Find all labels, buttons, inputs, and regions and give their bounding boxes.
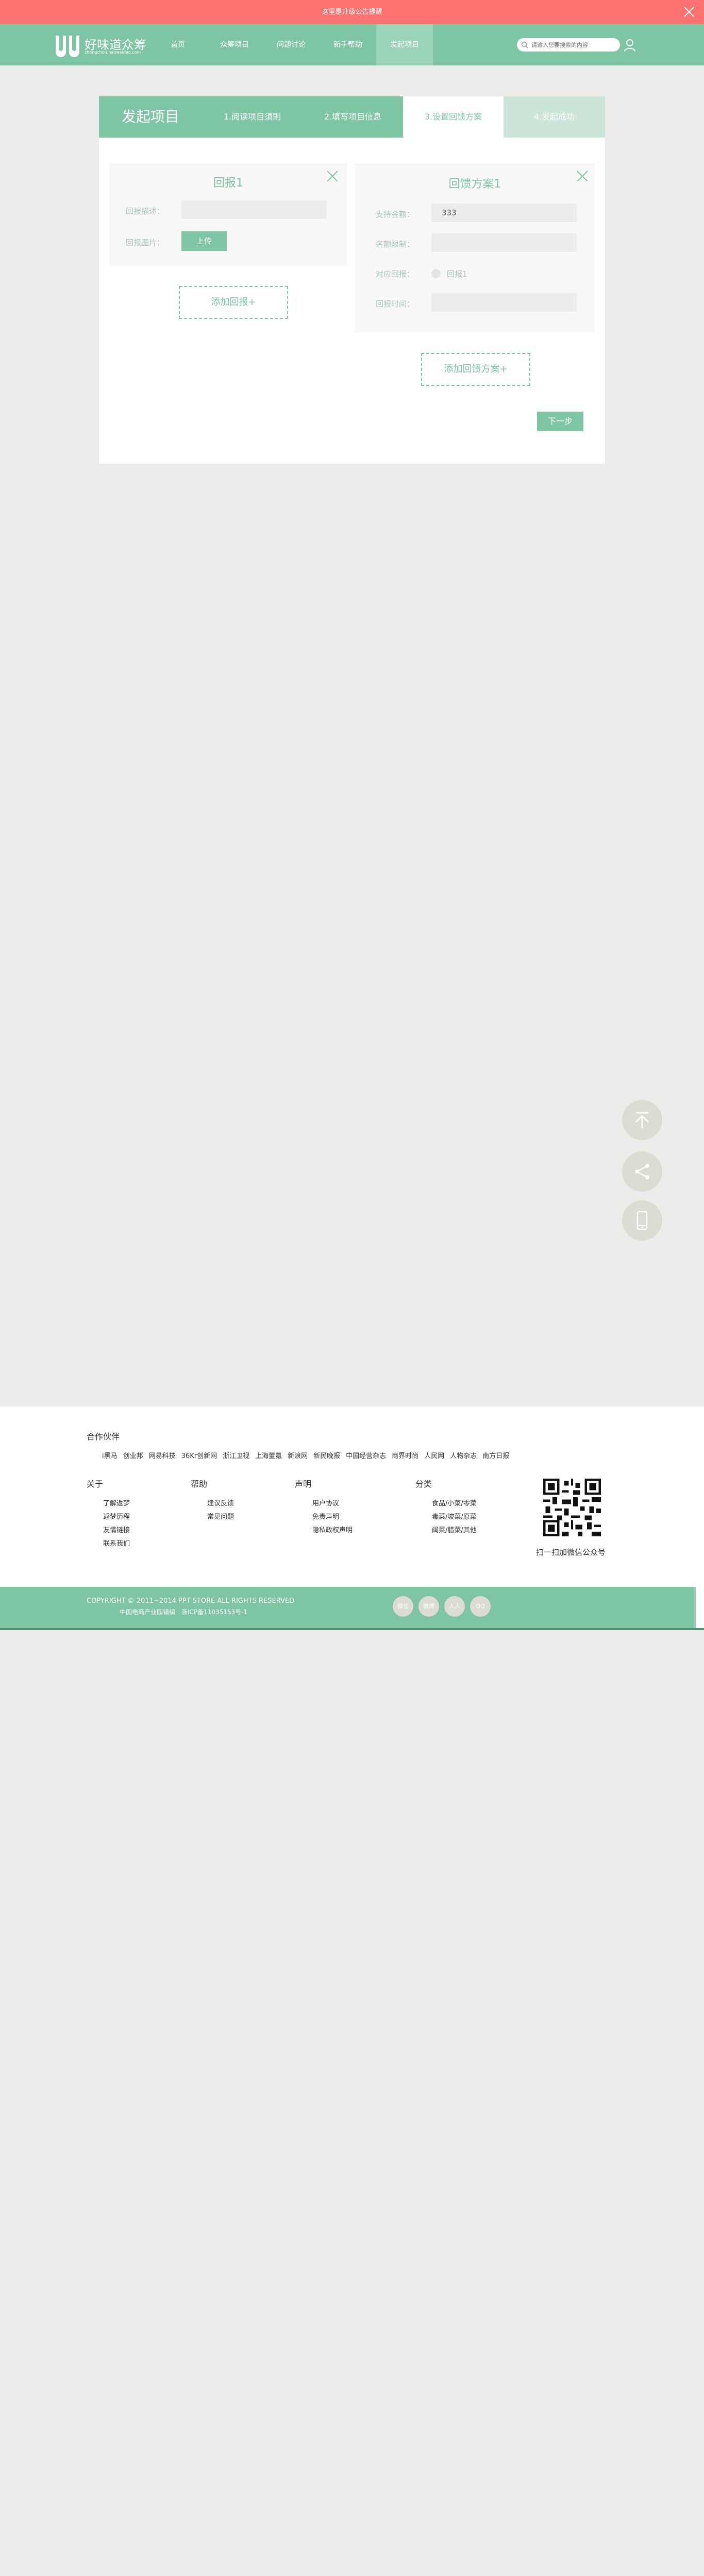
footer-link[interactable]: 免责声明	[312, 1511, 339, 1521]
search-input[interactable]	[531, 40, 616, 50]
partner-link[interactable]: 南方日报	[482, 1450, 509, 1460]
add-plan-button[interactable]: 添加回馈方案+	[421, 353, 530, 386]
partner-link[interactable]: 商界时尚	[392, 1450, 418, 1460]
time-label: 回报时间：	[376, 299, 415, 309]
partner-link[interactable]: 浙江卫视	[223, 1450, 249, 1460]
reward-panel-title: 回报1	[213, 177, 243, 190]
add-reward-button[interactable]: 添加回报+	[179, 286, 288, 319]
qq-share-icon[interactable]: QQ	[470, 1596, 491, 1617]
nav-item-start-project[interactable]: 发起项目	[376, 24, 433, 65]
wechat-share-icon[interactable]: 微信	[393, 1596, 413, 1617]
partner-link[interactable]: 36Kr创新网	[181, 1450, 217, 1460]
bottom-divider	[0, 1628, 704, 1630]
step-title: 发起项目	[99, 96, 202, 138]
footer-link[interactable]: 联系我们	[103, 1538, 130, 1548]
share-icon	[635, 1164, 649, 1179]
search-icon[interactable]	[521, 41, 528, 48]
footer-link[interactable]: 闽菜/腊菜/其他	[432, 1524, 477, 1534]
footer-col-help: 帮助	[191, 1479, 208, 1489]
time-field[interactable]	[431, 293, 577, 312]
copyright-bar: COPYRIGHT © 2011~2014 PPT STORE ALL RIGH…	[0, 1587, 704, 1629]
reward-radio[interactable]	[431, 269, 441, 278]
plan-panel: 回馈方案1 支持金额： 名额限制： 对应回报： 回报1 回报时间：	[355, 163, 595, 332]
partner-link[interactable]: i黑马	[102, 1450, 118, 1460]
reward-option-label[interactable]: 回报1	[447, 268, 467, 279]
partner-link[interactable]: 上海董氪	[255, 1450, 282, 1460]
limit-label: 名额限制：	[376, 240, 415, 249]
partner-link[interactable]: 中国经营杂志	[346, 1450, 386, 1460]
footer-link[interactable]: 用户协议	[312, 1498, 339, 1507]
qr-code-icon	[543, 1479, 601, 1536]
nav-item-discussion[interactable]: 问题讨论	[263, 24, 320, 65]
footer-col-category: 分类	[415, 1479, 432, 1489]
partners-list: i黑马 创业邦 网易科技 36Kr创新网 浙江卫视 上海董氪 新浪网 新民晚报 …	[102, 1450, 515, 1460]
footer-col-about: 关于	[87, 1479, 104, 1489]
limit-field[interactable]	[431, 233, 577, 252]
nav-item-home[interactable]: 首页	[149, 24, 206, 65]
footer-link[interactable]: 食品/小菜/零菜	[432, 1498, 477, 1507]
project-form-card: 发起项目 1.阅读项目須則 2.填写项目信息 3.设置回馈方案 4.发起成功 回…	[99, 96, 605, 464]
renren-share-icon[interactable]: 人人	[444, 1596, 465, 1617]
step-2[interactable]: 2.填写项目信息	[303, 96, 403, 138]
search-box	[517, 38, 620, 52]
step-1[interactable]: 1.阅读项目須則	[202, 96, 303, 138]
reward-desc-field[interactable]	[181, 200, 327, 219]
weibo-share-icon[interactable]: 微博	[418, 1596, 439, 1617]
nav-item-projects[interactable]: 众筹项目	[206, 24, 263, 65]
close-icon[interactable]	[577, 171, 588, 182]
mobile-icon	[636, 1211, 648, 1230]
upload-button[interactable]: 上传	[181, 231, 227, 251]
step-3-active[interactable]: 3.设置回馈方案	[403, 96, 504, 138]
copyright-text: COPYRIGHT © 2011~2014 PPT STORE ALL RIGH…	[87, 1597, 295, 1605]
copyright-edge	[694, 1587, 704, 1629]
reward-image-label: 回报图片：	[126, 238, 165, 247]
logo[interactable]: 好味道众筹 zhongchou.haoweidao.com	[56, 33, 146, 57]
back-to-top-button[interactable]	[622, 1100, 662, 1140]
partner-link[interactable]: 创业邦	[123, 1450, 143, 1460]
reward-select-label: 对应回报：	[376, 269, 415, 279]
top-nav: 好味道众筹 zhongchou.haoweidao.com 首页 众筹项目 问题…	[0, 24, 704, 65]
footer-link[interactable]: 常见问题	[207, 1511, 234, 1521]
footer-link[interactable]: 毒菜/坡菜/原菜	[432, 1511, 477, 1521]
partner-link[interactable]: 人民网	[424, 1450, 444, 1460]
announcement-text: 这里是升级公告提醒	[322, 8, 382, 16]
icp-text: 中国电商产业园镇编 浙ICP备11035153号-1	[120, 1608, 248, 1616]
logo-mark-icon	[56, 36, 80, 57]
footer-col-statement: 声明	[295, 1479, 312, 1489]
partner-link[interactable]: 新民晚报	[313, 1450, 340, 1460]
logo-domain: zhongchou.haoweidao.com	[85, 50, 141, 55]
footer-link[interactable]: 隐私政权声明	[312, 1524, 353, 1534]
footer-link[interactable]: 友情链接	[103, 1524, 130, 1534]
qr-caption: 扫一扫加微信公众号	[536, 1548, 606, 1557]
reward-desc-label: 回报描述：	[126, 207, 165, 216]
footer: 合作伙伴 i黑马 创业邦 网易科技 36Kr创新网 浙江卫视 上海董氪 新浪网 …	[0, 1406, 704, 1587]
user-icon[interactable]	[624, 39, 636, 52]
plan-panel-title: 回馈方案1	[448, 178, 501, 191]
step-bar: 发起项目 1.阅读项目須則 2.填写项目信息 3.设置回馈方案 4.发起成功	[99, 96, 605, 138]
footer-link[interactable]: 建议反馈	[207, 1498, 234, 1507]
nav-item-help[interactable]: 新手帮助	[320, 24, 376, 65]
mobile-button[interactable]	[622, 1200, 662, 1241]
step-4[interactable]: 4.发起成功	[504, 96, 605, 138]
partner-link[interactable]: 新浪网	[288, 1450, 308, 1460]
amount-label: 支持金额：	[376, 210, 415, 219]
footer-link[interactable]: 返梦历程	[103, 1511, 130, 1521]
partner-link[interactable]: 网易科技	[149, 1450, 176, 1460]
partners-title: 合作伙伴	[87, 1432, 120, 1442]
footer-link[interactable]: 了解返梦	[103, 1498, 130, 1507]
close-icon[interactable]	[683, 6, 695, 18]
amount-field[interactable]	[431, 204, 577, 222]
back-to-top-icon	[635, 1112, 649, 1128]
partner-link[interactable]: 人物杂志	[450, 1450, 477, 1460]
share-button[interactable]	[622, 1151, 662, 1192]
close-icon[interactable]	[327, 171, 338, 182]
next-step-button[interactable]: 下一步	[537, 412, 583, 431]
announcement-banner: 这里是升级公告提醒	[0, 0, 704, 24]
reward-panel: 回报1 回报描述： 回报图片： 上传	[109, 163, 347, 266]
nav-menu: 首页 众筹项目 问题讨论 新手帮助 发起项目	[149, 24, 433, 65]
